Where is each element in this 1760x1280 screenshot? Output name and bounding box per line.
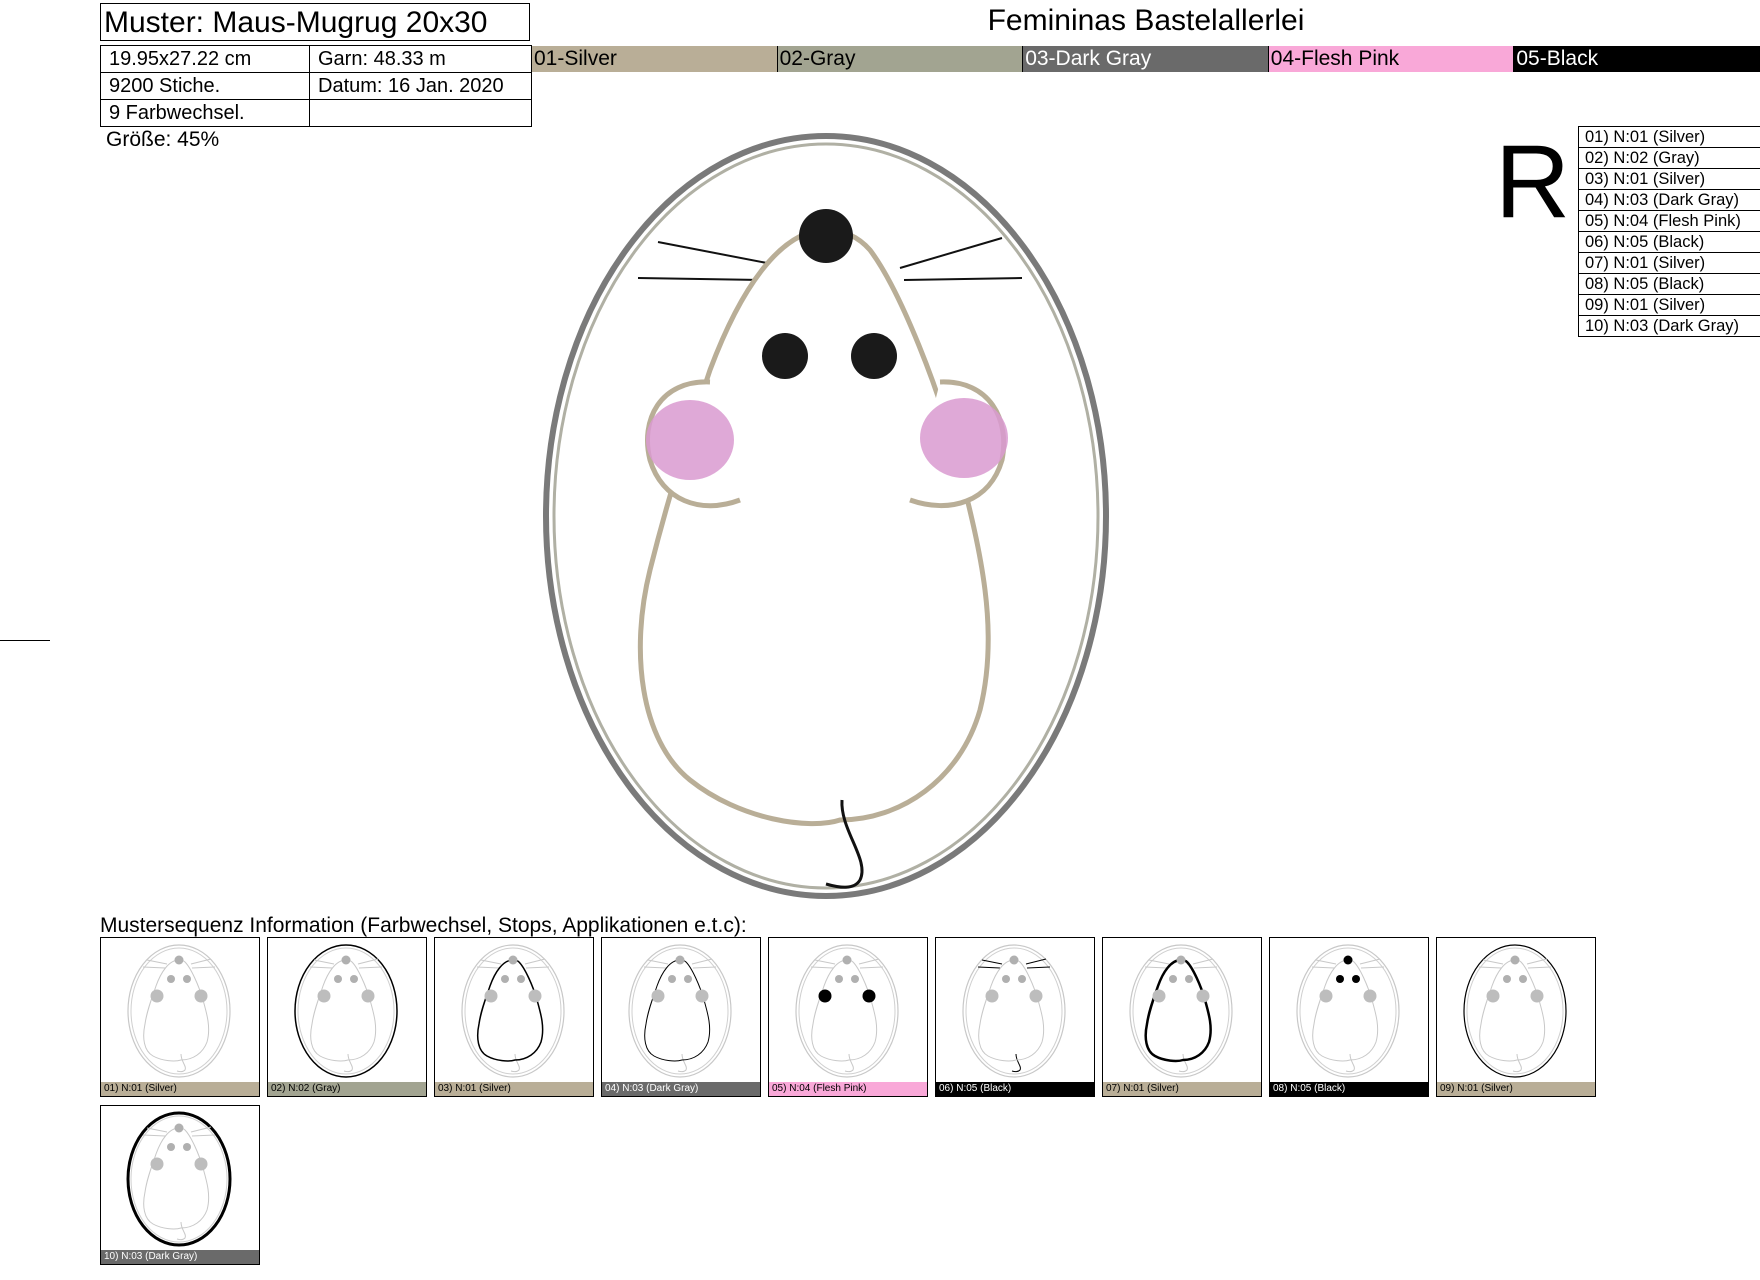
thumbnail-preview [126,1111,232,1247]
sequence-entry: 02) N:02 (Gray) [1578,147,1760,169]
sequence-thumbnail: 01) N:01 (Silver) [100,937,260,1097]
thumbnail-preview [1463,944,1567,1078]
sequence-thumbnail: 04) N:03 (Dark Gray) [601,937,761,1097]
pattern-title: Muster: Maus-Mugrug 20x30 [100,3,530,41]
thumbnail-preview [1296,944,1400,1078]
sequence-info-label: Mustersequenz Information (Farbwechsel, … [100,914,747,937]
thumbnail-caption: 10) N:03 (Dark Gray) [101,1250,259,1264]
sequence-entry: 05) N:04 (Flesh Pink) [1578,210,1760,232]
thumbnail-preview [127,944,231,1078]
palette-swatch: 02-Gray [777,46,1024,72]
sequence-entry: 09) N:01 (Silver) [1578,294,1760,316]
sequence-thumbnail: 05) N:04 (Flesh Pink) [768,937,928,1097]
dimensions-cell: 19.95x27.22 cm [100,45,310,73]
thumbnail-caption: 08) N:05 (Black) [1270,1082,1428,1096]
sequence-entry: 03) N:01 (Silver) [1578,168,1760,190]
sequence-entry: 01) N:01 (Silver) [1578,126,1760,148]
color-palette: 01-Silver 02-Gray 03-Dark Gray 04-Flesh Pin… [532,46,1760,72]
sequence-entry: 10) N:03 (Dark Gray) [1578,315,1760,337]
mouse-body-outline [637,227,991,827]
thumbnail-caption: 04) N:03 (Dark Gray) [602,1082,760,1096]
margin-line [0,640,50,641]
sequence-thumbnail: 06) N:05 (Black) [935,937,1095,1097]
sequence-entry: 04) N:03 (Dark Gray) [1578,189,1760,211]
sequence-list: 01) N:01 (Silver) 02) N:02 (Gray) 03) N:01… [1578,126,1760,337]
right-eye [851,333,897,379]
size-label: Größe: 45% [106,128,220,151]
palette-swatch: 05-Black [1514,46,1760,72]
date-cell: Datum: 16 Jan. 2020 [309,72,532,100]
yarn-cell: Garn: 48.33 m [309,45,532,73]
thumbnail-preview [294,944,398,1078]
sequence-entry: 08) N:05 (Black) [1578,273,1760,295]
thumbnail-preview [795,944,899,1078]
thumbnail-preview [1129,944,1233,1078]
thumbnail-caption: 09) N:01 (Silver) [1437,1082,1595,1096]
thumbnail-caption: 01) N:01 (Silver) [101,1082,259,1096]
thumbnail-preview [628,944,732,1078]
sequence-thumbnail: 07) N:01 (Silver) [1102,937,1262,1097]
thumbnail-preview [461,944,565,1078]
palette-swatch: 04-Flesh Pink [1268,46,1515,72]
sequence-thumbnail: 10) N:03 (Dark Gray) [100,1105,260,1265]
stitches-cell: 9200 Stiche. [100,72,310,100]
empty-cell [309,99,532,127]
sequence-thumbnail: 03) N:01 (Silver) [434,937,594,1097]
thumbnail-caption: 02) N:02 (Gray) [268,1082,426,1096]
color-changes-cell: 9 Farbwechsel. [100,99,310,127]
thumbnail-caption: 07) N:01 (Silver) [1103,1082,1261,1096]
sequence-entry: 06) N:05 (Black) [1578,231,1760,253]
sequence-thumbnail: 02) N:02 (Gray) [267,937,427,1097]
sequence-thumbnail: 08) N:05 (Black) [1269,937,1429,1097]
palette-swatch: 01-Silver [532,46,778,72]
design-preview [543,133,1109,899]
sequence-entry: 07) N:01 (Silver) [1578,252,1760,274]
thumbnail-caption: 06) N:05 (Black) [936,1082,1094,1096]
palette-swatch: 03-Dark Gray [1023,46,1269,72]
nose [799,209,853,263]
company-name: Femininas Bastelallerlei [987,4,1305,37]
sequence-thumbnail: 09) N:01 (Silver) [1436,937,1596,1097]
pattern-info-table: 19.95x27.22 cm Garn: 48.33 m 9200 Stiche… [100,45,532,127]
thumbnail-preview [962,944,1066,1078]
thumbnail-caption: 03) N:01 (Silver) [435,1082,593,1096]
rotation-marker: R [1495,124,1571,240]
left-eye [762,333,808,379]
thumbnail-caption: 05) N:04 (Flesh Pink) [769,1082,927,1096]
